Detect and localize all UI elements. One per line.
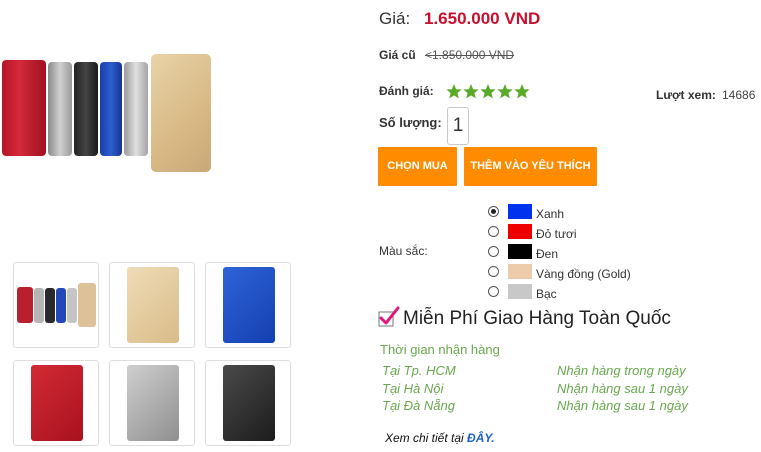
- rating-label: Đánh giá:: [379, 84, 434, 98]
- color-option-label: Xanh: [536, 207, 565, 221]
- add-to-favorites-button[interactable]: THÊM VÀO YÊU THÍCH: [464, 147, 597, 186]
- star-icon: [480, 84, 496, 99]
- quantity-input[interactable]: 1: [447, 107, 469, 145]
- color-radio-red[interactable]: [488, 226, 499, 237]
- price-value: 1.650.000 VND: [424, 9, 541, 28]
- star-icon: [463, 84, 479, 99]
- views-label: Lượt xem:: [656, 88, 716, 102]
- color-swatch-gold: [508, 264, 532, 279]
- color-option-label: Đen: [536, 247, 559, 261]
- price-label: Giá:: [379, 9, 411, 28]
- rating-stars[interactable]: [446, 83, 530, 101]
- quantity-label: Số lượng:: [379, 115, 442, 130]
- thumbnail-gold[interactable]: [109, 262, 195, 348]
- delivery-time: Nhận hàng sau 1 ngày: [557, 398, 688, 413]
- color-radio-silver[interactable]: [488, 286, 499, 297]
- delivery-place: Tại Tp. HCM: [382, 363, 456, 378]
- thumbnail-silver[interactable]: [109, 360, 195, 446]
- color-swatch-blue: [508, 204, 532, 219]
- thumbnail-red[interactable]: [13, 360, 99, 446]
- detail-link[interactable]: ĐÂY.: [467, 431, 495, 445]
- color-label: Màu sắc:: [379, 244, 428, 258]
- old-price-label: Giá cũ: [379, 48, 416, 62]
- delivery-time: Nhận hàng sau 1 ngày: [557, 381, 688, 396]
- product-main-image: [0, 44, 218, 194]
- old-price-value: <1.850.000 VND: [425, 48, 515, 62]
- delivery-time-title: Thời gian nhận hàng: [380, 342, 500, 357]
- thumbnail-black[interactable]: [205, 360, 291, 446]
- star-icon: [497, 84, 513, 99]
- color-option-label: Vàng đồng (Gold): [536, 267, 631, 281]
- delivery-time: Nhận hàng trong ngày: [557, 363, 686, 378]
- color-option-label: Đỏ tươi: [536, 227, 577, 241]
- detail-prefix: Xem chi tiết tại: [385, 431, 464, 445]
- views-count: 14686: [722, 88, 756, 102]
- color-radio-black[interactable]: [488, 246, 499, 257]
- color-radio-gold[interactable]: [488, 266, 499, 277]
- buy-button[interactable]: CHỌN MUA: [378, 147, 457, 186]
- delivery-place: Tại Hà Nội: [382, 381, 444, 396]
- color-swatch-black: [508, 244, 532, 259]
- free-shipping-text: Miễn Phí Giao Hàng Toàn Quốc: [403, 308, 671, 329]
- color-swatch-silver: [508, 284, 532, 299]
- checkbox-check-icon: [378, 306, 400, 328]
- color-radio-blue[interactable]: [488, 206, 499, 217]
- color-swatch-red: [508, 224, 532, 239]
- star-icon: [514, 84, 530, 99]
- delivery-place: Tại Đà Nẵng: [382, 398, 455, 413]
- detail-text: Xem chi tiết tại ĐÂY.: [385, 431, 495, 445]
- thumbnail-blue[interactable]: [205, 262, 291, 348]
- color-option-label: Bạc: [536, 287, 557, 301]
- star-icon: [446, 84, 462, 99]
- thumbnail-all-colors[interactable]: [13, 262, 99, 348]
